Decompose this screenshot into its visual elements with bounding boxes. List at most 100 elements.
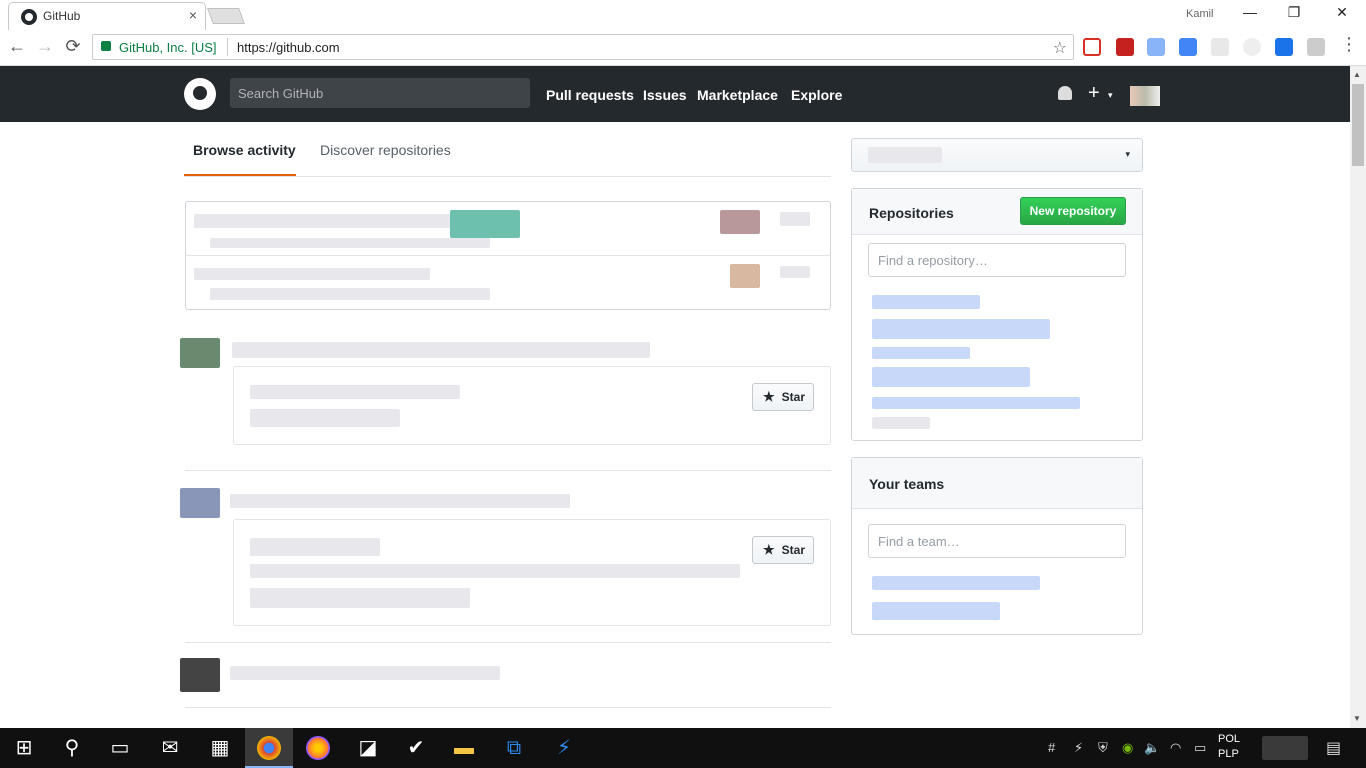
bookmark-star-icon[interactable]: ☆ <box>1053 38 1067 58</box>
ev-certificate-label[interactable]: GitHub, Inc. [US] <box>119 40 217 55</box>
blurred-text <box>194 214 454 228</box>
repositories-panel: Repositories New repository <box>851 188 1143 441</box>
defender-shield-icon[interactable]: ⛨ <box>1098 740 1108 756</box>
blurred-repo-name <box>250 385 460 399</box>
find-team-input[interactable] <box>868 524 1126 558</box>
task-view-icon[interactable]: ▭ <box>108 736 132 760</box>
speed-extension-icon[interactable] <box>1147 38 1165 56</box>
file-explorer-icon[interactable]: ▬ <box>452 736 476 760</box>
firefox-taskbar-icon[interactable] <box>306 736 330 760</box>
page-scrollbar[interactable]: ▲ ▼ <box>1350 66 1366 728</box>
search-input[interactable] <box>230 78 530 108</box>
chrome-taskbar-icon[interactable] <box>257 736 281 760</box>
translate-extension-icon[interactable] <box>1179 38 1197 56</box>
blurred-account-name <box>868 147 942 163</box>
app-tray-icon[interactable]: ⚡ <box>1074 740 1083 756</box>
keyboard-layout-code: PLP <box>1218 748 1239 760</box>
scroll-down-arrow-icon[interactable]: ▼ <box>1353 714 1361 723</box>
nav-issues[interactable]: Issues <box>643 87 687 103</box>
account-context-switcher[interactable]: ▾ <box>851 138 1143 172</box>
nav-pull-requests[interactable]: Pull requests <box>546 87 634 103</box>
reload-button[interactable]: ⟳ <box>62 36 84 57</box>
team-link[interactable] <box>872 602 1000 620</box>
feed-actor-avatar[interactable] <box>180 658 220 692</box>
tab-title: GitHub <box>43 9 81 23</box>
scroll-up-arrow-icon[interactable]: ▲ <box>1353 70 1361 79</box>
blurred-text <box>194 268 430 280</box>
dashboard-tabs: Browse activity Discover repositories <box>184 122 831 177</box>
language-code: POL <box>1218 733 1241 745</box>
star-button[interactable]: ★ Star <box>752 536 814 564</box>
browser-tab-github[interactable]: GitHub × <box>8 2 206 30</box>
url-text[interactable]: https://github.com <box>237 40 340 55</box>
teams-panel: Your teams <box>851 457 1143 635</box>
forward-button[interactable]: → <box>34 36 56 57</box>
new-repository-button[interactable]: New repository <box>1020 197 1126 225</box>
github-logo-icon[interactable] <box>184 78 216 110</box>
g-extension-icon[interactable] <box>1307 38 1325 56</box>
scroll-thumb[interactable] <box>1352 84 1364 166</box>
star-button[interactable]: ★ Star <box>752 383 814 411</box>
nav-marketplace[interactable]: Marketplace <box>697 87 778 103</box>
window-close-button[interactable]: ✕ <box>1332 4 1352 21</box>
create-dropdown-caret-icon[interactable]: ▾ <box>1108 90 1113 101</box>
tab-discover-repositories[interactable]: Discover repositories <box>320 142 451 158</box>
calendar-extension-icon[interactable] <box>1116 38 1134 56</box>
blurred-text <box>780 212 810 226</box>
star-label: Star <box>781 390 805 404</box>
show-more-link[interactable] <box>872 417 930 429</box>
new-tab-button[interactable] <box>207 8 245 24</box>
notifications-bell-icon[interactable] <box>1058 86 1072 100</box>
hashtag-tray-icon[interactable]: # <box>1048 740 1055 755</box>
repository-link[interactable] <box>872 295 980 309</box>
address-bar[interactable]: GitHub, Inc. [US] https://github.com ☆ <box>92 34 1074 60</box>
blurred-repo-description <box>250 564 740 578</box>
start-windows-icon[interactable]: ⊞ <box>12 736 36 760</box>
sticky-notes-icon[interactable]: ◪ <box>356 736 380 760</box>
feed-repo-card: ★ Star <box>233 519 831 626</box>
feed-repo-card: ★ Star <box>233 366 831 445</box>
input-language-indicator[interactable]: POL PLP <box>1218 732 1240 762</box>
repository-link[interactable] <box>872 397 1080 409</box>
team-link[interactable] <box>872 576 1040 590</box>
puzzle-extension-icon[interactable] <box>1211 38 1229 56</box>
repository-link[interactable] <box>872 319 1050 339</box>
minimize-button[interactable]: — <box>1240 4 1260 20</box>
browser-tabstrip: GitHub × Kamil — ❐ ✕ <box>0 0 1366 30</box>
volume-icon[interactable]: 🔈 <box>1144 740 1160 756</box>
wifi-icon[interactable]: ◠ <box>1170 740 1181 756</box>
battery-icon[interactable]: ▭ <box>1194 740 1206 756</box>
search-icon[interactable]: ⚲ <box>60 736 84 760</box>
chevron-down-icon: ▾ <box>1125 149 1130 159</box>
lightning-app-icon[interactable]: ⚡ <box>552 736 576 760</box>
gmail-extension-icon[interactable] <box>1083 38 1101 56</box>
feed-actor-avatar[interactable] <box>180 488 220 518</box>
address-separator <box>227 38 228 56</box>
find-repository-input[interactable] <box>868 243 1126 277</box>
mail-icon[interactable]: ✉ <box>158 736 182 760</box>
browser-toolbar: ← → ⟳ GitHub, Inc. [US] https://github.c… <box>0 30 1366 66</box>
back-button[interactable]: ← <box>6 36 28 57</box>
spinner-extension-icon[interactable] <box>1243 38 1261 56</box>
chrome-menu-icon[interactable]: ⋮ <box>1338 34 1360 55</box>
todo-check-icon[interactable]: ✔ <box>404 736 428 760</box>
user-avatar[interactable] <box>1130 86 1160 106</box>
vscode-icon[interactable]: ⧉ <box>502 736 526 760</box>
repository-link[interactable] <box>872 347 970 359</box>
tab-browse-activity[interactable]: Browse activity <box>193 142 296 158</box>
action-center-icon[interactable]: ▤ <box>1326 738 1341 758</box>
tab-close-icon[interactable]: × <box>189 7 197 23</box>
feed-divider <box>185 707 831 708</box>
restore-button[interactable]: ❐ <box>1284 4 1304 21</box>
blurred-clock[interactable] <box>1262 736 1308 760</box>
s-extension-icon[interactable] <box>1275 38 1293 56</box>
feed-actor-avatar[interactable] <box>180 338 220 368</box>
teams-panel-header: Your teams <box>852 458 1142 509</box>
nav-explore[interactable]: Explore <box>791 87 842 103</box>
nvidia-tray-icon[interactable]: ◉ <box>1122 740 1133 756</box>
repository-link[interactable] <box>872 367 1030 387</box>
blurred-highlight <box>450 210 520 238</box>
calendar-icon[interactable]: ▦ <box>208 736 232 760</box>
blurred-text <box>780 266 810 278</box>
create-new-plus-icon[interactable]: + <box>1088 82 1100 105</box>
